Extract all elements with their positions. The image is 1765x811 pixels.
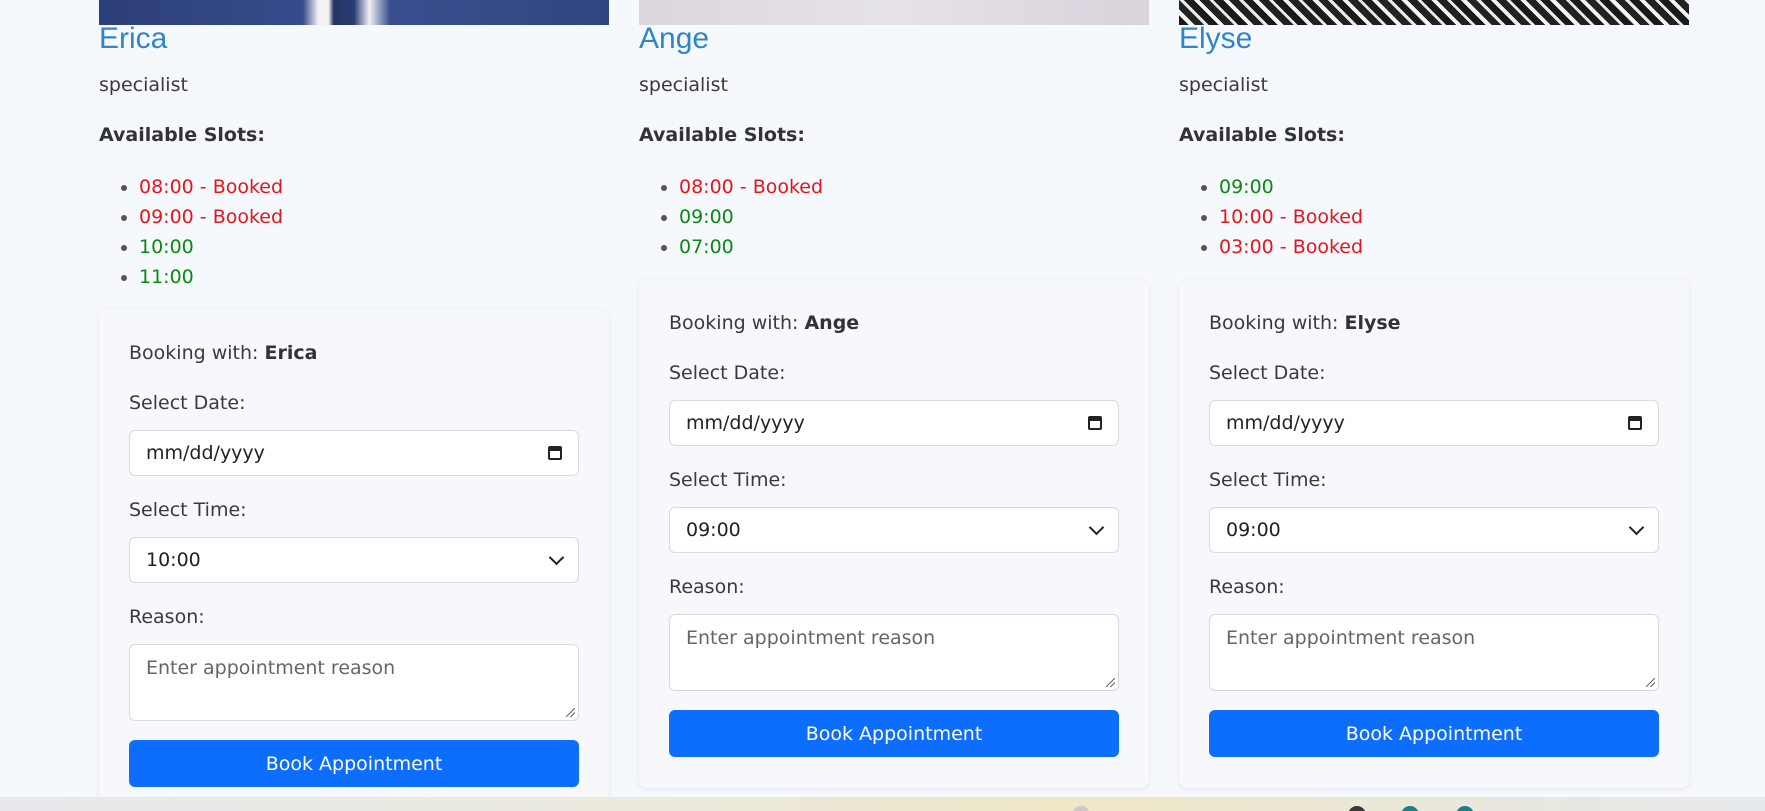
chevron-down-icon [548,549,565,566]
doctor-booking-page: Erica specialist Available Slots: 08:00 … [0,0,1765,811]
slot-item: 07:00 [679,232,823,262]
slot-item: 09:00 - Booked [139,202,283,232]
date-value: mm/dd/yyyy [146,442,265,464]
doctor-role: specialist [1179,74,1268,96]
booking-with-name: Erica [264,342,318,364]
slots-title: Available Slots: [639,124,805,146]
slot-text: 09:00 - Booked [139,206,284,228]
doctor-role: specialist [639,74,728,96]
date-label: Select Date: [129,392,246,414]
time-label: Select Time: [669,469,787,491]
resize-handle-icon[interactable] [1646,678,1655,687]
chevron-down-icon [1628,519,1645,536]
chevron-down-icon [1088,519,1105,536]
doctor-name: Elyse [1179,22,1253,55]
date-input[interactable]: mm/dd/yyyy [129,430,579,476]
slot-item: 03:00 - Booked [1219,232,1363,262]
date-label: Select Date: [669,362,786,384]
time-value: 09:00 [686,519,741,541]
slot-text: 07:00 [679,236,734,258]
booking-with-label: Booking with: [669,312,799,334]
reason-label: Reason: [129,606,205,628]
slot-text: 09:00 [679,206,734,228]
slot-item: 08:00 - Booked [679,172,823,202]
time-label: Select Time: [129,499,247,521]
slot-text: 09:00 [1219,176,1274,198]
calendar-icon[interactable] [1088,416,1102,430]
booking-with-name: Ange [804,312,860,334]
resize-handle-icon[interactable] [1106,678,1115,687]
slot-item: 10:00 - Booked [1219,202,1363,232]
slot-text: 10:00 - Booked [1219,206,1364,228]
doctor-name: Ange [639,22,710,55]
date-value: mm/dd/yyyy [686,412,805,434]
time-select[interactable]: 10:00 [129,537,579,583]
slot-item: 09:00 [679,202,823,232]
booking-with: Booking with: Elyse [1209,312,1401,334]
booking-form: Booking with: Ange Select Date: mm/dd/yy… [639,280,1149,788]
doctor-role: specialist [99,74,188,96]
booking-form: Booking with: Elyse Select Date: mm/dd/y… [1179,280,1689,788]
date-value: mm/dd/yyyy [1226,412,1345,434]
slot-item: 11:00 [139,262,283,292]
reason-placeholder: Enter appointment reason [686,627,936,649]
time-label: Select Time: [1209,469,1327,491]
slots-title: Available Slots: [1179,124,1345,146]
time-value: 09:00 [1226,519,1281,541]
slots-list: 08:00 - Booked 09:00 07:00 [639,172,823,262]
date-input[interactable]: mm/dd/yyyy [669,400,1119,446]
book-appointment-button[interactable]: Book Appointment [129,740,579,787]
date-input[interactable]: mm/dd/yyyy [1209,400,1659,446]
time-value: 10:00 [146,549,201,571]
doctor-photo [1179,0,1689,25]
slots-title: Available Slots: [99,124,265,146]
calendar-icon[interactable] [548,446,562,460]
slot-item: 08:00 - Booked [139,172,283,202]
slot-text: 03:00 - Booked [1219,236,1364,258]
slots-list: 09:00 10:00 - Booked 03:00 - Booked [1179,172,1363,262]
booking-with-label: Booking with: [1209,312,1339,334]
slots-list: 08:00 - Booked 09:00 - Booked 10:00 11:0… [99,172,283,292]
booking-with-label: Booking with: [129,342,259,364]
time-select[interactable]: 09:00 [669,507,1119,553]
book-appointment-button[interactable]: Book Appointment [1209,710,1659,757]
doctor-photo [99,0,609,25]
reason-textarea[interactable]: Enter appointment reason [1209,614,1659,691]
slot-text: 08:00 - Booked [139,176,284,198]
reason-placeholder: Enter appointment reason [1226,627,1476,649]
book-appointment-button[interactable]: Book Appointment [669,710,1119,757]
booking-with-name: Elyse [1344,312,1401,334]
date-label: Select Date: [1209,362,1326,384]
booking-with: Booking with: Erica [129,342,317,364]
slot-item: 10:00 [139,232,283,262]
slot-text: 11:00 [139,266,194,288]
doctor-name: Erica [99,22,168,55]
slot-item: 09:00 [1219,172,1363,202]
os-taskbar [0,797,1765,811]
reason-placeholder: Enter appointment reason [146,657,396,679]
calendar-icon[interactable] [1628,416,1642,430]
booking-with: Booking with: Ange [669,312,859,334]
reason-label: Reason: [1209,576,1285,598]
doctor-photo [639,0,1149,25]
reason-label: Reason: [669,576,745,598]
booking-form: Booking with: Erica Select Date: mm/dd/y… [99,310,609,811]
resize-handle-icon[interactable] [566,708,575,717]
time-select[interactable]: 09:00 [1209,507,1659,553]
slot-text: 08:00 - Booked [679,176,824,198]
slot-text: 10:00 [139,236,194,258]
reason-textarea[interactable]: Enter appointment reason [669,614,1119,691]
reason-textarea[interactable]: Enter appointment reason [129,644,579,721]
